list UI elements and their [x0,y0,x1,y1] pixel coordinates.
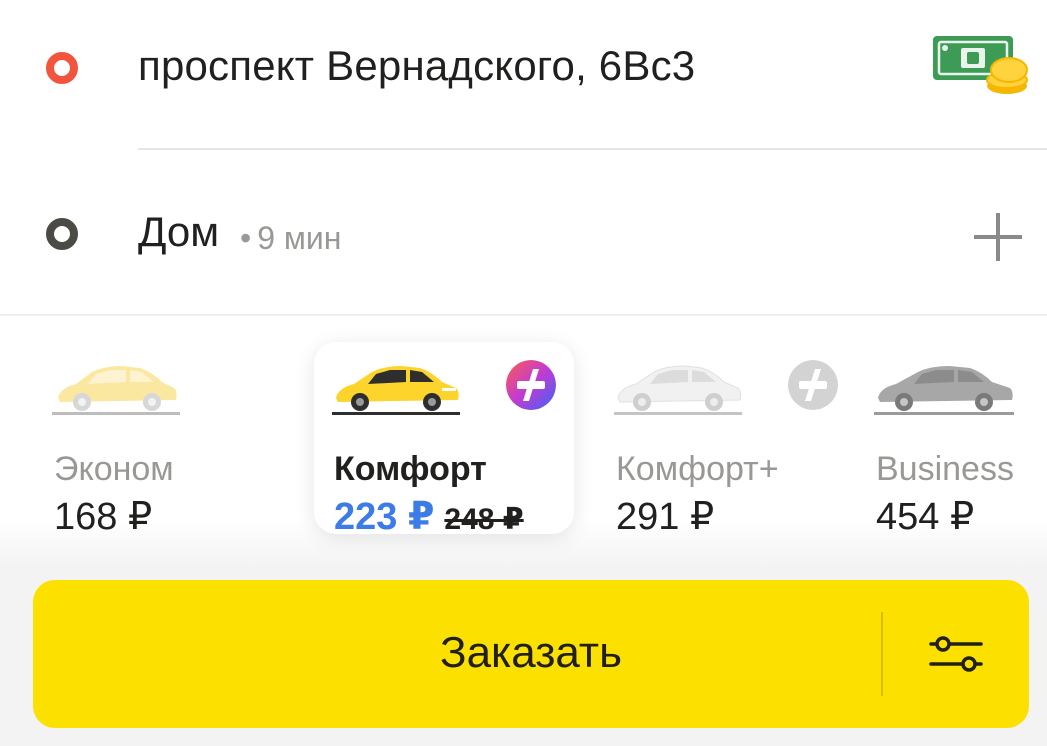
tariff-comfort-name: Комфорт [334,450,487,488]
tariff-comfort-plus-name: Комфорт+ [616,450,779,488]
eta-value: 9 мин [257,220,342,256]
tariff-comfort-current-price: 223 ₽ [334,496,435,538]
destination-label: Дом [138,208,220,255]
tariff-comfort-plus-price: 291 ₽ [616,496,715,538]
tariff-economy-price: 168 ₽ [54,496,153,538]
destination-point-icon [46,218,78,250]
car-business-icon [874,366,1014,415]
origin-point-icon [46,52,78,84]
order-button-divider [881,612,883,696]
tariff-economy[interactable]: Эконом 168 ₽ [34,342,284,538]
order-button-label: Заказать [440,628,622,677]
add-stop-icon[interactable] [974,213,1022,261]
tariff-business-price: 454 ₽ [876,496,975,538]
eta-separator: • [240,220,252,256]
tariff-comfort-old-price: 248 ₽ [444,503,524,536]
origin-address: проспект Вернадского, 6Вс3 [138,42,696,89]
car-comfort-icon [332,366,460,415]
route-from-row[interactable]: проспект Вернадского, 6Вс3 [0,0,1047,150]
plus-gradient-icon [506,360,556,410]
tariff-comfort-plus[interactable]: Комфорт+ 291 ₽ [596,342,856,538]
car-economy-icon [52,366,180,415]
tariff-comfort[interactable]: Комфорт 223 ₽ 248 ₽ [314,342,574,538]
car-comfort-plus-icon [614,365,742,415]
plus-gray-icon [788,360,838,410]
tariff-selector: Эконом 168 ₽ Комфорт 223 ₽ 248 ₽ Комфорт… [0,316,1047,568]
cash-icon[interactable] [931,32,1031,96]
tariff-business[interactable]: Business 454 ₽ [856,342,1047,538]
tariff-economy-name: Эконом [54,450,174,488]
tariff-comfort-price: 223 ₽ 248 ₽ [334,494,524,539]
sliders-icon[interactable] [929,636,983,672]
tariff-business-name: Business [876,450,1014,488]
destination-eta: • 9 мин [240,220,341,257]
order-button[interactable]: Заказать [33,580,1029,728]
